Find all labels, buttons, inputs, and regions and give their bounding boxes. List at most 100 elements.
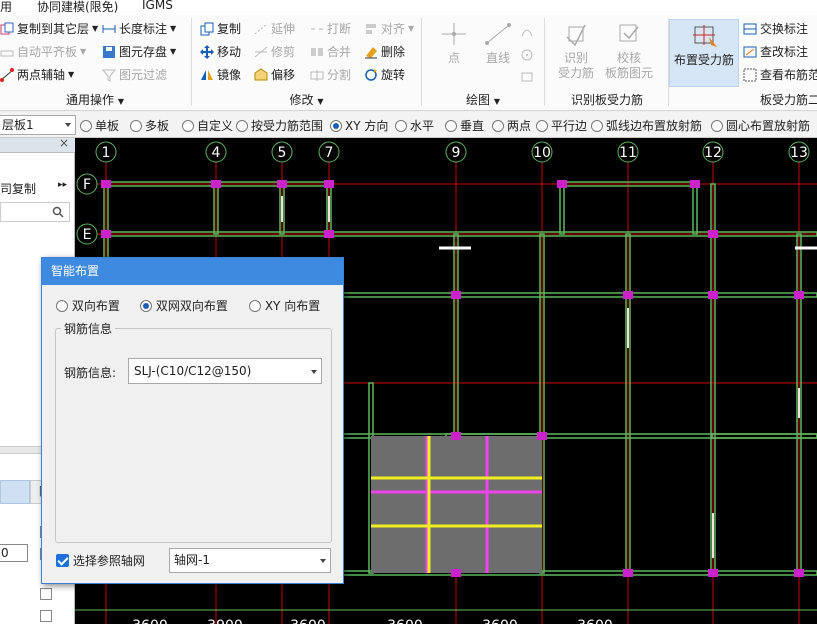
element-filter-button[interactable]: 图元过滤 bbox=[101, 65, 167, 85]
rebar-info-label: 钢筋信息: bbox=[64, 366, 117, 380]
dimension-label: 3600 bbox=[290, 618, 326, 624]
column-mark bbox=[451, 569, 461, 577]
close-icon[interactable]: × bbox=[59, 136, 69, 150]
option-label: 垂直 bbox=[460, 119, 485, 133]
view-range-label: 查看布筋范 bbox=[760, 68, 817, 82]
auto-flush-button[interactable]: 自动平齐板 ▼ bbox=[0, 42, 86, 62]
two-point-axis-button[interactable]: 两点辅轴 ▼ bbox=[0, 65, 74, 85]
rebar-info-legend: 钢筋信息 bbox=[61, 320, 116, 337]
swap-mark-button[interactable]: 交换标注 bbox=[743, 19, 808, 39]
radio-icon bbox=[249, 300, 261, 312]
layer-combo[interactable]: 层板1 bbox=[0, 115, 76, 135]
radio-icon bbox=[130, 120, 142, 132]
point-icon bbox=[439, 21, 469, 47]
delete-button[interactable]: 删除 bbox=[364, 42, 405, 62]
element-save-label: 图元存盘 bbox=[119, 45, 168, 59]
draw-line-button[interactable]: 直线 bbox=[478, 21, 518, 66]
option-10[interactable]: 圆心布置放射筋 bbox=[711, 117, 810, 134]
draw-arc-button[interactable] bbox=[520, 21, 537, 41]
option-4[interactable]: XY 方向 bbox=[330, 117, 388, 134]
grid-select[interactable]: 轴网-1 bbox=[169, 548, 331, 573]
rebar-info-value: SLJ-(C10/C12@150) bbox=[134, 364, 252, 378]
radio-icon bbox=[236, 120, 248, 132]
check-icon bbox=[614, 21, 644, 47]
option-1[interactable]: 多板 bbox=[130, 117, 169, 134]
radio-icon bbox=[330, 120, 342, 132]
extend-button[interactable]: 延伸 bbox=[254, 19, 295, 39]
two-point-axis-label: 两点辅轴 bbox=[17, 68, 66, 82]
recognize-icon bbox=[561, 21, 591, 47]
copy-item[interactable]: 司复制 ▸▸ bbox=[0, 180, 67, 197]
draw-line-label: 直线 bbox=[485, 51, 510, 65]
rect-icon bbox=[520, 70, 534, 84]
option-xy[interactable]: XY 向布置 bbox=[249, 297, 320, 314]
column-mark bbox=[708, 569, 718, 577]
draw-circle-button[interactable] bbox=[520, 45, 537, 65]
option-8[interactable]: 平行边 bbox=[536, 117, 587, 134]
option-7[interactable]: 两点 bbox=[492, 117, 531, 134]
axis-label: 7 bbox=[325, 145, 334, 161]
recognize-rebar-button[interactable]: 识别 受力筋 bbox=[554, 21, 598, 81]
option-0[interactable]: 单板 bbox=[80, 117, 119, 134]
merge-button[interactable]: 合并 bbox=[310, 42, 351, 62]
offset-button[interactable]: 偏移 bbox=[254, 65, 295, 85]
arc-icon bbox=[520, 24, 534, 38]
copy-to-layer-button[interactable]: 复制到其它层 ▼ bbox=[0, 19, 98, 39]
option-5[interactable]: 水平 bbox=[395, 117, 434, 134]
table-cell-input[interactable]: 0 bbox=[0, 544, 28, 562]
mirror-icon bbox=[200, 68, 214, 82]
trim-button[interactable]: 修剪 bbox=[254, 42, 295, 62]
option-label: XY 方向 bbox=[345, 119, 389, 133]
radio-icon bbox=[56, 300, 68, 312]
menu-item-collab[interactable]: 协同建模(限免) bbox=[37, 0, 118, 15]
move-button[interactable]: 移动 bbox=[200, 42, 241, 62]
option-9[interactable]: 弧线边布置放射筋 bbox=[591, 117, 702, 134]
split-label: 分割 bbox=[327, 68, 352, 82]
break-button[interactable]: 打断 bbox=[310, 19, 351, 39]
trim-icon bbox=[254, 45, 268, 59]
draw-point-button[interactable]: 点 bbox=[436, 21, 472, 66]
checkbox-checked-icon bbox=[56, 554, 69, 567]
rebar-info-select[interactable]: SLJ-(C10/C12@150) bbox=[128, 358, 322, 384]
table-checkbox[interactable] bbox=[40, 610, 52, 622]
group-label-modify: 修改 ▼ bbox=[289, 93, 324, 107]
dialog-title[interactable]: 智能布置 bbox=[42, 258, 343, 285]
rotate-button[interactable]: 旋转 bbox=[364, 65, 405, 85]
radio-icon bbox=[445, 120, 457, 132]
length-mark-button[interactable]: 长度标注 ▼ bbox=[102, 19, 176, 39]
split-button[interactable]: 分割 bbox=[310, 65, 351, 85]
recognize-label-2: 受力筋 bbox=[557, 66, 594, 80]
radio-icon bbox=[80, 120, 92, 132]
check-rebar-button[interactable]: 校核 板筋图元 bbox=[602, 21, 656, 81]
rotate-label: 旋转 bbox=[381, 68, 406, 82]
axis-icon bbox=[0, 68, 14, 82]
option-label: 弧线边布置放射筋 bbox=[606, 119, 703, 133]
option-two-way[interactable]: 双向布置 bbox=[56, 297, 120, 314]
menu-bar: 用 协同建模(限免) IGMS bbox=[0, 0, 817, 15]
option-3[interactable]: 按受力筋范围 bbox=[236, 117, 323, 134]
panel-search-input[interactable] bbox=[0, 202, 70, 222]
align-button[interactable]: 对齐 ▼ bbox=[364, 19, 414, 39]
option-6[interactable]: 垂直 bbox=[445, 117, 484, 134]
place-rebar-icon bbox=[689, 23, 719, 49]
option-double-net[interactable]: 双网双向布置 bbox=[140, 297, 228, 314]
flush-icon bbox=[0, 45, 14, 59]
dimension-label: 3600 bbox=[132, 618, 168, 624]
place-rebar-button[interactable]: 布置受力筋 bbox=[669, 19, 739, 87]
option-two-way-label: 双向布置 bbox=[71, 299, 120, 313]
menu-item-use[interactable]: 用 bbox=[0, 0, 12, 15]
draw-rect-button[interactable] bbox=[520, 67, 537, 87]
mirror-button[interactable]: 镜像 bbox=[200, 65, 241, 85]
grid-reference-checkbox[interactable]: 选择参照轴网 bbox=[56, 552, 145, 569]
table-checkbox[interactable] bbox=[40, 588, 52, 600]
radio-icon bbox=[395, 120, 407, 132]
view-mark-button[interactable]: 查改标注 bbox=[743, 42, 808, 62]
view-range-button[interactable]: 查看布筋范 bbox=[743, 65, 817, 85]
ribbon-separator bbox=[544, 18, 545, 106]
menu-item-igms[interactable]: IGMS bbox=[142, 0, 173, 12]
offset-label: 偏移 bbox=[271, 68, 296, 82]
column-mark bbox=[451, 291, 461, 299]
element-save-button[interactable]: 图元存盘 ▼ bbox=[102, 42, 176, 62]
copy-button[interactable]: 复制 bbox=[200, 19, 241, 39]
option-2[interactable]: 自定义 bbox=[182, 117, 233, 134]
